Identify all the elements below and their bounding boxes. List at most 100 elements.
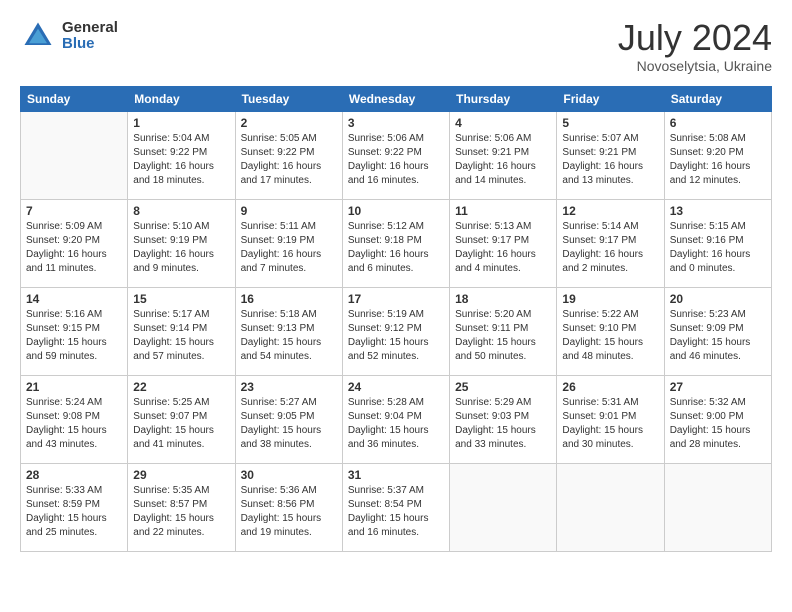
calendar-cell: 11Sunrise: 5:13 AM Sunset: 9:17 PM Dayli… [450,199,557,287]
calendar-cell: 9Sunrise: 5:11 AM Sunset: 9:19 PM Daylig… [235,199,342,287]
day-info: Sunrise: 5:05 AM Sunset: 9:22 PM Dayligh… [241,132,337,188]
day-number: 10 [348,204,444,218]
calendar-cell [21,111,128,199]
day-number: 11 [455,204,551,218]
day-number: 6 [670,116,766,130]
calendar-cell: 3 Sunrise: 5:06 AM Sunset: 9:22 PM Daylig… [342,111,449,199]
day-info: Sunrise: 5:23 AM Sunset: 9:09 PM Dayligh… [670,308,766,364]
day-number: 20 [670,292,766,306]
day-number: 30 [241,468,337,482]
day-number: 13 [670,204,766,218]
logo-text: General Blue [62,20,118,53]
calendar-cell: 18Sunrise: 5:20 AM Sunset: 9:11 PM Dayli… [450,287,557,375]
calendar-cell: 31 Sunrise: 5:37 AM Sunset: 8:54 PM Dayli… [342,463,449,551]
day-number: 15 [133,292,229,306]
day-number: 22 [133,380,229,394]
calendar-cell: 28 Sunrise: 5:33 AM Sunset: 8:59 PM Dayli… [21,463,128,551]
calendar-week-2: 7Sunrise: 5:09 AM Sunset: 9:20 PM Daylig… [21,199,772,287]
day-info: Sunrise: 5:07 AM Sunset: 9:21 PM Dayligh… [562,132,658,188]
calendar-cell: 20 Sunrise: 5:23 AM Sunset: 9:09 PM Dayli… [664,287,771,375]
day-number: 26 [562,380,658,394]
header-saturday: Saturday [664,86,771,111]
day-info: Sunrise: 5:09 AM Sunset: 9:20 PM Dayligh… [26,220,122,276]
day-info: Sunrise: 5:16 AM Sunset: 9:15 PM Dayligh… [26,308,122,364]
calendar-cell: 10Sunrise: 5:12 AM Sunset: 9:18 PM Dayli… [342,199,449,287]
day-info: Sunrise: 5:27 AM Sunset: 9:05 PM Dayligh… [241,396,337,452]
day-number: 4 [455,116,551,130]
day-info: Sunrise: 5:18 AM Sunset: 9:13 PM Dayligh… [241,308,337,364]
calendar-cell: 29 Sunrise: 5:35 AM Sunset: 8:57 PM Dayli… [128,463,235,551]
day-number: 28 [26,468,122,482]
day-info: Sunrise: 5:28 AM Sunset: 9:04 PM Dayligh… [348,396,444,452]
page: General Blue July 2024 Novoselytsia, Ukr… [0,0,792,562]
header-friday: Friday [557,86,664,111]
title-area: July 2024 Novoselytsia, Ukraine [618,18,772,74]
header-tuesday: Tuesday [235,86,342,111]
logo-icon [20,18,56,54]
day-info: Sunrise: 5:15 AM Sunset: 9:16 PM Dayligh… [670,220,766,276]
day-info: Sunrise: 5:36 AM Sunset: 8:56 PM Dayligh… [241,484,337,540]
day-number: 24 [348,380,444,394]
calendar-cell: 8 Sunrise: 5:10 AM Sunset: 9:19 PM Daylig… [128,199,235,287]
day-info: Sunrise: 5:04 AM Sunset: 9:22 PM Dayligh… [133,132,229,188]
day-info: Sunrise: 5:17 AM Sunset: 9:14 PM Dayligh… [133,308,229,364]
logo: General Blue [20,18,118,54]
calendar-cell: 23 Sunrise: 5:27 AM Sunset: 9:05 PM Dayli… [235,375,342,463]
day-number: 25 [455,380,551,394]
calendar-cell: 17Sunrise: 5:19 AM Sunset: 9:12 PM Dayli… [342,287,449,375]
calendar-week-3: 14Sunrise: 5:16 AM Sunset: 9:15 PM Dayli… [21,287,772,375]
day-number: 8 [133,204,229,218]
day-info: Sunrise: 5:14 AM Sunset: 9:17 PM Dayligh… [562,220,658,276]
calendar-week-1: 1 Sunrise: 5:04 AM Sunset: 9:22 PM Daylig… [21,111,772,199]
logo-blue: Blue [62,36,118,53]
calendar-cell: 7Sunrise: 5:09 AM Sunset: 9:20 PM Daylig… [21,199,128,287]
header-thursday: Thursday [450,86,557,111]
day-info: Sunrise: 5:37 AM Sunset: 8:54 PM Dayligh… [348,484,444,540]
header-wednesday: Wednesday [342,86,449,111]
day-number: 3 [348,116,444,130]
calendar-cell [557,463,664,551]
day-number: 29 [133,468,229,482]
calendar-cell: 1 Sunrise: 5:04 AM Sunset: 9:22 PM Daylig… [128,111,235,199]
day-info: Sunrise: 5:11 AM Sunset: 9:19 PM Dayligh… [241,220,337,276]
day-number: 23 [241,380,337,394]
calendar-cell: 26 Sunrise: 5:31 AM Sunset: 9:01 PM Dayli… [557,375,664,463]
calendar-cell: 2 Sunrise: 5:05 AM Sunset: 9:22 PM Daylig… [235,111,342,199]
calendar-cell [450,463,557,551]
day-info: Sunrise: 5:29 AM Sunset: 9:03 PM Dayligh… [455,396,551,452]
calendar-cell: 4 Sunrise: 5:06 AM Sunset: 9:21 PM Daylig… [450,111,557,199]
calendar-cell: 25 Sunrise: 5:29 AM Sunset: 9:03 PM Dayli… [450,375,557,463]
day-info: Sunrise: 5:06 AM Sunset: 9:21 PM Dayligh… [455,132,551,188]
calendar-cell: 27Sunrise: 5:32 AM Sunset: 9:00 PM Dayli… [664,375,771,463]
calendar-cell [664,463,771,551]
header-monday: Monday [128,86,235,111]
calendar-cell: 16Sunrise: 5:18 AM Sunset: 9:13 PM Dayli… [235,287,342,375]
header: General Blue July 2024 Novoselytsia, Ukr… [20,18,772,74]
day-number: 21 [26,380,122,394]
day-info: Sunrise: 5:33 AM Sunset: 8:59 PM Dayligh… [26,484,122,540]
day-info: Sunrise: 5:06 AM Sunset: 9:22 PM Dayligh… [348,132,444,188]
day-info: Sunrise: 5:10 AM Sunset: 9:19 PM Dayligh… [133,220,229,276]
calendar-cell: 12 Sunrise: 5:14 AM Sunset: 9:17 PM Dayli… [557,199,664,287]
day-info: Sunrise: 5:35 AM Sunset: 8:57 PM Dayligh… [133,484,229,540]
calendar-week-5: 28 Sunrise: 5:33 AM Sunset: 8:59 PM Dayli… [21,463,772,551]
day-number: 2 [241,116,337,130]
day-info: Sunrise: 5:08 AM Sunset: 9:20 PM Dayligh… [670,132,766,188]
calendar-table: Sunday Monday Tuesday Wednesday Thursday… [20,86,772,552]
day-info: Sunrise: 5:31 AM Sunset: 9:01 PM Dayligh… [562,396,658,452]
day-number: 1 [133,116,229,130]
calendar-cell: 21Sunrise: 5:24 AM Sunset: 9:08 PM Dayli… [21,375,128,463]
day-number: 18 [455,292,551,306]
day-number: 12 [562,204,658,218]
day-number: 5 [562,116,658,130]
calendar-header-row: Sunday Monday Tuesday Wednesday Thursday… [21,86,772,111]
calendar-cell: 5 Sunrise: 5:07 AM Sunset: 9:21 PM Daylig… [557,111,664,199]
logo-general: General [62,20,118,37]
calendar-cell: 13 Sunrise: 5:15 AM Sunset: 9:16 PM Dayli… [664,199,771,287]
day-number: 19 [562,292,658,306]
calendar-cell: 22Sunrise: 5:25 AM Sunset: 9:07 PM Dayli… [128,375,235,463]
calendar-cell: 6 Sunrise: 5:08 AM Sunset: 9:20 PM Daylig… [664,111,771,199]
day-number: 31 [348,468,444,482]
calendar-cell: 30 Sunrise: 5:36 AM Sunset: 8:56 PM Dayli… [235,463,342,551]
header-sunday: Sunday [21,86,128,111]
